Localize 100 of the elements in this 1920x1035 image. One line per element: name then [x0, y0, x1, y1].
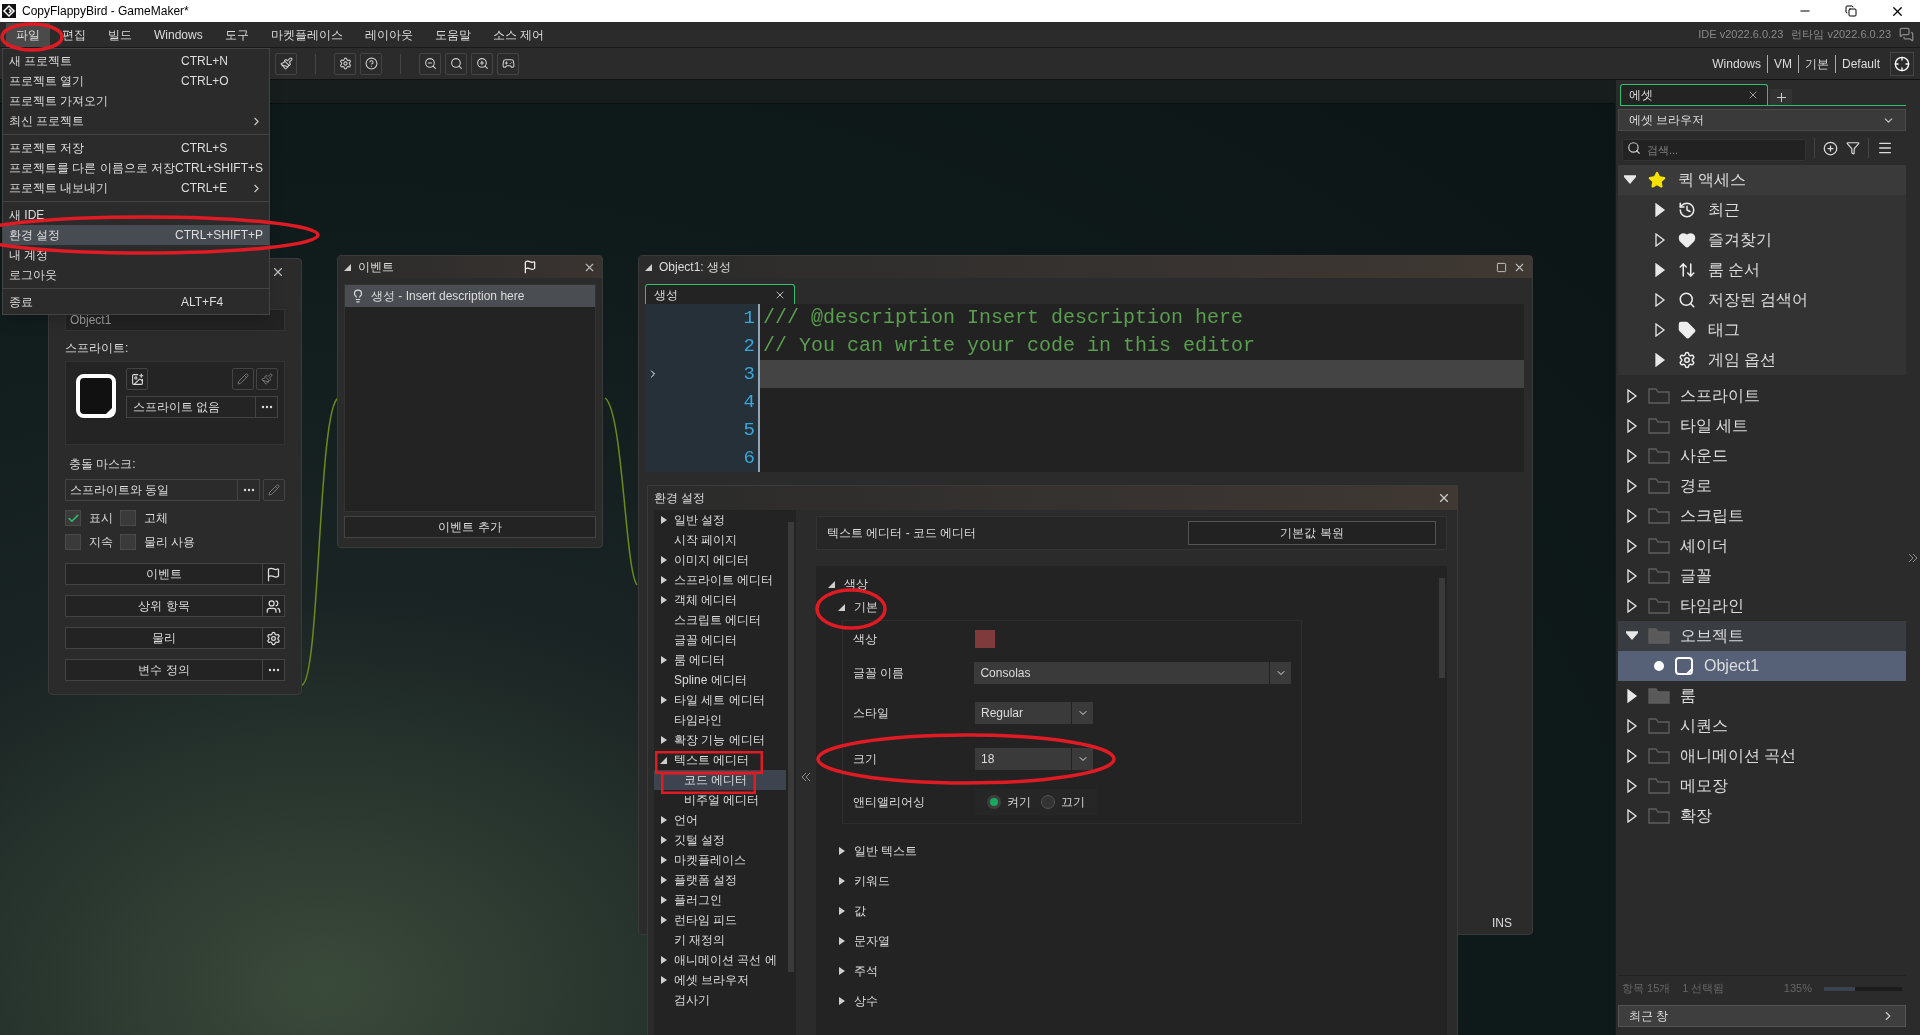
panel-button[interactable]: 이벤트 — [65, 563, 263, 585]
flag-icon[interactable] — [523, 260, 537, 274]
chat-icon[interactable] — [1899, 27, 1914, 42]
expand-arrow-icon[interactable] — [838, 996, 846, 1006]
tree-item[interactable]: 스프라이트 에디터 — [654, 570, 786, 590]
expand-arrow-icon[interactable] — [660, 575, 668, 585]
tree-item[interactable]: 즐겨찾기 — [1618, 225, 1906, 255]
sprite-selector[interactable]: 스프라이트 없음 — [126, 396, 278, 418]
panel-icon-button[interactable] — [263, 659, 285, 681]
tree-item[interactable]: 확장 기능 에디터 — [654, 730, 786, 750]
target-option[interactable]: 기본 — [1797, 54, 1835, 73]
tree-item[interactable]: 일반 설정 — [654, 510, 786, 530]
expand-arrow-icon[interactable] — [660, 895, 668, 905]
checkbox[interactable] — [120, 534, 136, 550]
expand-arrow-icon[interactable] — [1626, 809, 1638, 823]
scrollbar[interactable] — [786, 510, 796, 1035]
menu-item[interactable]: 소스 제어 — [482, 22, 555, 47]
expand-arrow-icon[interactable] — [660, 815, 668, 825]
menu-entry[interactable]: 내 계정 — [3, 245, 269, 265]
tree-item[interactable]: 객체 에디터 — [654, 590, 786, 610]
expand-arrow-icon[interactable] — [1654, 203, 1666, 217]
expand-arrow-icon[interactable] — [1654, 323, 1666, 337]
tree-item[interactable]: 룸 순서 — [1618, 255, 1906, 285]
expand-arrow-icon[interactable] — [838, 846, 846, 856]
maximize-icon[interactable] — [1496, 261, 1507, 273]
expand-arrow-icon[interactable] — [660, 555, 668, 565]
target-option[interactable]: VM — [1766, 54, 1798, 73]
expand-arrow-icon[interactable] — [660, 855, 668, 865]
tree-item[interactable]: 애니메이션 곡선 에 — [654, 950, 786, 970]
menu-icon[interactable] — [1877, 140, 1893, 156]
tree-item[interactable]: Spline 에디터 — [654, 670, 786, 690]
help-button[interactable] — [360, 52, 382, 75]
view-dropdown[interactable]: 에셋 브라우저 — [1618, 109, 1906, 131]
expand-arrow-icon[interactable] — [1626, 689, 1638, 703]
expand-panel-icon[interactable] — [1908, 552, 1918, 563]
expand-arrow-icon[interactable] — [660, 655, 668, 665]
color-swatch[interactable] — [975, 630, 995, 648]
tree-item[interactable]: 최근 — [1618, 195, 1906, 225]
tree-item[interactable]: 플러그인 — [654, 890, 786, 910]
tree-item[interactable]: 타일 세트 에디터 — [654, 690, 786, 710]
tree-item[interactable]: 깃털 설정 — [654, 830, 786, 850]
tree-item[interactable]: 스크립트 에디터 — [654, 610, 786, 630]
close-icon[interactable] — [271, 265, 285, 279]
target-option[interactable]: Windows — [1706, 54, 1767, 73]
tree-item[interactable]: 키 재정의 — [654, 930, 786, 950]
add-sprite-button[interactable] — [126, 368, 148, 390]
expand-arrow-icon[interactable] — [1626, 419, 1638, 433]
menu-entry[interactable]: 프로젝트 저장 CTRL+S — [3, 138, 269, 158]
expand-arrow-icon[interactable] — [838, 906, 846, 916]
new-tab-button[interactable] — [1770, 89, 1792, 105]
expand-arrow-icon[interactable] — [660, 755, 668, 765]
zoom-slider[interactable] — [1824, 986, 1902, 991]
radio-button[interactable] — [1041, 795, 1055, 809]
reset-defaults-button[interactable]: 기본값 복원 — [1188, 521, 1436, 545]
menu-entry[interactable]: 새 프로젝트 CTRL+N — [3, 51, 269, 71]
expand-arrow-icon[interactable] — [838, 966, 846, 976]
expand-arrow-icon[interactable] — [660, 915, 668, 925]
expand-arrow-icon[interactable] — [645, 262, 653, 272]
menu-entry[interactable]: 프로젝트를 다른 이름으로 저장CTRL+SHIFT+S — [3, 158, 269, 178]
panel-button[interactable]: 변수 정의 — [65, 659, 263, 681]
expand-arrow-icon[interactable] — [660, 835, 668, 845]
menu-item[interactable]: Windows — [144, 22, 213, 47]
clean-button[interactable] — [275, 52, 297, 75]
code-tab[interactable]: 생성 — [645, 284, 795, 304]
close-icon[interactable] — [1747, 89, 1759, 101]
filter-icon[interactable] — [1846, 141, 1860, 155]
panel-icon-button[interactable] — [263, 563, 285, 585]
expand-arrow-icon[interactable] — [1626, 719, 1638, 733]
tree-item[interactable]: 저장된 검색어 — [1618, 285, 1906, 315]
close-icon[interactable] — [1437, 491, 1451, 505]
expand-arrow-icon[interactable] — [1626, 569, 1638, 583]
recent-windows-bar[interactable]: 최근 창 — [1618, 1005, 1906, 1027]
menu-item[interactable]: 마켓플레이스 — [260, 22, 353, 47]
tree-item[interactable]: 스크립트 — [1618, 501, 1906, 531]
menu-entry[interactable]: 환경 설정 CTRL+SHIFT+P — [3, 225, 269, 245]
expand-arrow-icon[interactable] — [1626, 749, 1638, 763]
expand-arrow-icon[interactable] — [1626, 779, 1638, 793]
add-event-button[interactable]: 이벤트 추가 — [344, 516, 596, 538]
panel-button[interactable]: 물리 — [65, 627, 263, 649]
expand-arrow-icon[interactable] — [1654, 263, 1666, 277]
expand-arrow-icon[interactable] — [838, 876, 846, 886]
tree-item[interactable]: 글꼴 — [1618, 561, 1906, 591]
menu-entry[interactable]: 로그아웃 — [3, 265, 269, 285]
expand-arrow-icon[interactable] — [1626, 449, 1638, 463]
expand-arrow-icon[interactable] — [660, 955, 668, 965]
menu-item[interactable]: 도움말 — [424, 22, 481, 47]
tree-item[interactable]: 룸 — [1618, 681, 1906, 711]
expand-arrow-icon[interactable] — [660, 975, 668, 985]
target-option[interactable]: Default — [1834, 54, 1886, 73]
style-dropdown[interactable]: Regular — [975, 702, 1093, 724]
expand-arrow-icon[interactable] — [838, 602, 846, 612]
checkbox[interactable] — [120, 510, 136, 526]
search-field[interactable]: 검색... — [1622, 139, 1806, 161]
zoom-reset-button[interactable] — [445, 52, 467, 75]
tree-item[interactable]: 이미지 에디터 — [654, 550, 786, 570]
tree-item[interactable]: 검사기 — [654, 990, 786, 1010]
expand-arrow-icon[interactable] — [1654, 233, 1666, 247]
menu-entry[interactable]: 종료 ALT+F4 — [3, 292, 269, 312]
asset-tab[interactable]: 에셋 — [1620, 84, 1768, 105]
zoom-out-button[interactable] — [419, 52, 441, 75]
